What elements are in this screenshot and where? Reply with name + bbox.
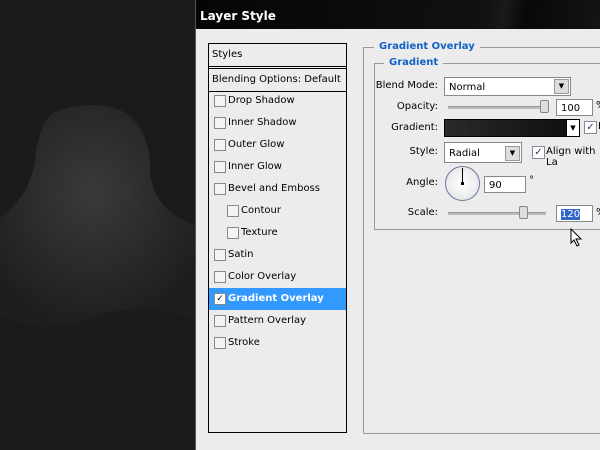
chevron-down-icon: ▼: [554, 79, 569, 94]
style-item-label: Color Overlay: [228, 271, 297, 282]
style-value: Radial: [449, 148, 480, 159]
chevron-down-icon: ▼: [505, 146, 520, 161]
checkbox[interactable]: [227, 227, 239, 239]
opacity-slider-thumb[interactable]: [540, 100, 549, 113]
style-item-gradient-overlay[interactable]: ✓ Gradient Overlay: [209, 288, 346, 310]
style-item-label: Bevel and Emboss: [228, 183, 320, 194]
checkbox[interactable]: [214, 95, 226, 107]
checkbox[interactable]: [214, 337, 226, 349]
checkbox[interactable]: [214, 315, 226, 327]
style-item-label: Contour: [241, 205, 281, 216]
blend-mode-select[interactable]: Normal ▼: [444, 77, 571, 96]
gradient-label: Gradient:: [391, 122, 438, 133]
gradient-dropdown-arrow[interactable]: ▼: [566, 119, 580, 137]
group-title: Gradient: [384, 57, 444, 68]
styles-list: Styles Blending Options: Default Drop Sh…: [208, 43, 347, 433]
align-with-layer-checkbox[interactable]: ✓: [532, 146, 545, 159]
style-item-drop-shadow[interactable]: Drop Shadow: [209, 90, 346, 112]
scale-slider-thumb[interactable]: [519, 206, 528, 219]
section-title: Gradient Overlay: [374, 41, 480, 52]
style-label: Style:: [409, 146, 439, 157]
reverse-checkbox[interactable]: ✓: [584, 121, 597, 134]
angle-dial[interactable]: [445, 166, 480, 201]
angle-dial-center: [461, 182, 464, 185]
style-item-inner-shadow[interactable]: Inner Shadow: [209, 112, 346, 134]
style-item-inner-glow[interactable]: Inner Glow: [209, 156, 346, 178]
style-item-label: Outer Glow: [228, 139, 285, 150]
style-item-label: Satin: [228, 249, 254, 260]
checkbox[interactable]: ✓: [214, 293, 226, 305]
style-item-stroke[interactable]: Stroke: [209, 332, 346, 354]
scale-value: 120: [561, 209, 581, 220]
angle-dial-needle: [462, 168, 463, 183]
checkbox[interactable]: [227, 205, 239, 217]
scale-input[interactable]: 120: [556, 205, 593, 222]
layer-style-dialog: Layer Style Styles Blending Options: Def…: [195, 0, 600, 450]
align-label: Align with La: [546, 146, 596, 168]
checkbox[interactable]: [214, 139, 226, 151]
style-item-label: Pattern Overlay: [228, 315, 307, 326]
scale-percent: %: [596, 207, 600, 218]
opacity-slider[interactable]: [448, 106, 546, 109]
style-item-texture[interactable]: Texture: [209, 222, 346, 244]
style-item-pattern-overlay[interactable]: Pattern Overlay: [209, 310, 346, 332]
style-item-label: Drop Shadow: [228, 95, 295, 106]
style-select[interactable]: Radial ▼: [444, 142, 522, 163]
scale-label: Scale:: [407, 207, 438, 218]
style-item-satin[interactable]: Satin: [209, 244, 346, 266]
dialog-title: Layer Style: [196, 0, 600, 29]
opacity-label: Opacity:: [396, 101, 438, 112]
blend-mode-label: Blend Mode:: [375, 80, 438, 91]
style-item-label: Texture: [241, 227, 278, 238]
checkbox[interactable]: [214, 117, 226, 129]
style-item-outer-glow[interactable]: Outer Glow: [209, 134, 346, 156]
opacity-input[interactable]: 100: [556, 99, 593, 116]
checkbox[interactable]: [214, 183, 226, 195]
style-item-label: Inner Shadow: [228, 117, 297, 128]
blending-options[interactable]: Blending Options: Default: [209, 68, 346, 92]
gradient-picker[interactable]: [444, 119, 567, 137]
style-item-label: Inner Glow: [228, 161, 282, 172]
opacity-percent: %: [596, 100, 600, 111]
style-item-color-overlay[interactable]: Color Overlay: [209, 266, 346, 288]
mouse-cursor-icon: [570, 228, 583, 247]
blend-mode-value: Normal: [449, 82, 486, 93]
scale-slider[interactable]: [448, 212, 546, 215]
style-item-contour[interactable]: Contour: [209, 200, 346, 222]
checkbox[interactable]: [214, 271, 226, 283]
style-item-label: Gradient Overlay: [228, 293, 324, 304]
style-item-label: Stroke: [228, 337, 260, 348]
checkbox[interactable]: [214, 249, 226, 261]
degree-symbol: °: [529, 175, 534, 186]
styles-header[interactable]: Styles: [209, 44, 346, 67]
angle-label: Angle:: [406, 177, 438, 188]
angle-input[interactable]: 90: [484, 176, 526, 193]
style-item-bevel-and-emboss[interactable]: Bevel and Emboss: [209, 178, 346, 200]
checkbox[interactable]: [214, 161, 226, 173]
